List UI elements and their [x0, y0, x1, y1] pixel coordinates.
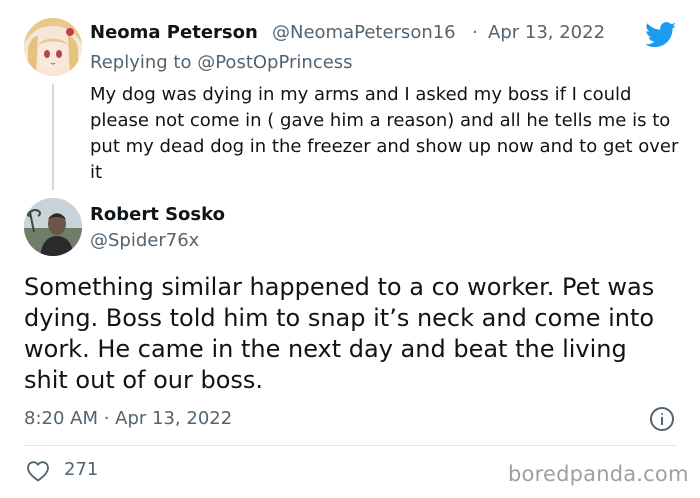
divider [24, 445, 677, 446]
reply-separator: · [472, 22, 478, 43]
thread-connector-line [52, 84, 54, 190]
reply-author-handle[interactable]: @NeomaPeterson16 [272, 22, 456, 43]
avatar-neoma-peterson[interactable] [24, 18, 82, 76]
replying-to-mention[interactable]: @PostOpPrincess [197, 52, 352, 73]
boredpanda-watermark: boredpanda.com [508, 462, 689, 486]
avatar-robert-sosko[interactable] [24, 198, 82, 256]
main-author-name[interactable]: Robert Sosko [90, 204, 225, 225]
info-icon[interactable] [650, 407, 674, 431]
main-tweet-text: Something similar happened to a co worke… [24, 273, 655, 394]
reply-author-name[interactable]: Neoma Peterson [90, 22, 258, 43]
replying-to-prefix: Replying to [90, 52, 192, 73]
replying-to-line: Replying to @PostOpPrincess [90, 52, 353, 73]
main-author-handle[interactable]: @Spider76x [90, 230, 199, 251]
reply-date[interactable]: Apr 13, 2022 [488, 22, 605, 43]
heart-icon[interactable] [26, 460, 50, 482]
tweet-timestamp[interactable]: 8:20 AM · Apr 13, 2022 [24, 408, 232, 429]
twitter-bird-icon [645, 22, 677, 48]
reply-tweet-text: My dog was dying in my arms and I asked … [90, 84, 679, 183]
like-count: 271 [64, 459, 99, 480]
